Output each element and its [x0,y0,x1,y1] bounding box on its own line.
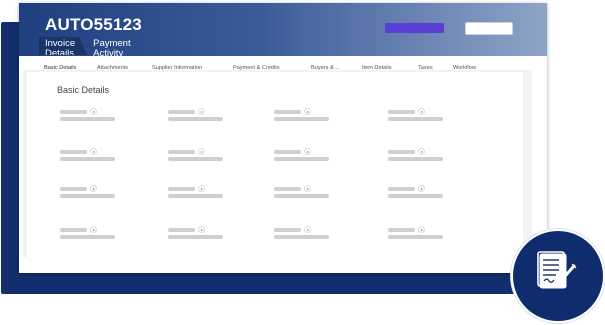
field-label-placeholder [274,228,301,232]
field-value-placeholder [168,157,223,161]
field-value-placeholder [168,235,223,239]
play-icon[interactable] [198,108,205,115]
field-label-placeholder [274,110,301,114]
field-label-placeholder [60,110,87,114]
field-label-placeholder [60,187,87,191]
field-label-placeholder [388,228,415,232]
field-value-placeholder [274,117,329,121]
invoice-title: AUTO55123 [45,15,142,34]
field-label-placeholder [168,110,195,114]
play-icon[interactable] [198,226,205,233]
play-icon[interactable] [304,226,311,233]
play-icon[interactable] [90,108,97,115]
invoice-header: AUTO55123 Invoice Details Payment Activi… [19,3,547,59]
placeholder-field [60,148,130,162]
play-icon[interactable] [198,185,205,192]
field-value-placeholder [388,235,443,239]
field-value-placeholder [274,235,329,239]
tab-payment-activity[interactable]: Payment Activity [87,37,137,59]
play-icon[interactable] [304,108,311,115]
placeholder-field [388,226,458,240]
field-label-placeholder [168,187,195,191]
field-label-placeholder [388,150,415,154]
placeholder-field [274,148,344,162]
field-label-placeholder [274,187,301,191]
play-icon[interactable] [304,185,311,192]
field-value-placeholder [60,117,115,121]
primary-action-button[interactable] [385,23,444,33]
field-value-placeholder [168,117,223,121]
field-label-placeholder [274,150,301,154]
placeholder-field [388,148,458,162]
field-value-placeholder [60,194,115,198]
play-icon[interactable] [304,148,311,155]
tab-payment-activity-label: Payment Activity [93,38,131,59]
section-title: Basic Details [57,85,110,95]
placeholder-field [274,108,344,122]
secondary-action-button[interactable] [465,22,513,35]
placeholder-field [388,185,458,199]
field-value-placeholder [60,157,115,161]
tab-invoice-details[interactable]: Invoice Details [39,37,87,55]
field-value-placeholder [388,157,443,161]
play-icon[interactable] [198,148,205,155]
field-label-placeholder [60,150,87,154]
placeholder-field [60,108,130,122]
placeholder-field [60,226,130,240]
field-label-placeholder [168,150,195,154]
field-value-placeholder [388,194,443,198]
play-icon[interactable] [418,108,425,115]
play-icon[interactable] [418,226,425,233]
field-value-placeholder [168,194,223,198]
field-value-placeholder [274,194,329,198]
placeholder-field [60,185,130,199]
play-icon[interactable] [90,185,97,192]
document-badge [511,229,605,323]
play-icon[interactable] [90,226,97,233]
field-label-placeholder [168,228,195,232]
placeholder-field [168,226,238,240]
field-value-placeholder [60,235,115,239]
document-edit-icon [537,251,577,289]
placeholder-field [274,185,344,199]
tab-invoice-details-label: Invoice Details [45,38,76,59]
placeholder-field [168,185,238,199]
field-label-placeholder [60,228,87,232]
field-value-placeholder [274,157,329,161]
play-icon[interactable] [418,148,425,155]
field-value-placeholder [388,117,443,121]
field-label-placeholder [388,110,415,114]
play-icon[interactable] [90,148,97,155]
placeholder-field [168,108,238,122]
field-label-placeholder [388,187,415,191]
header-tabs: Invoice Details Payment Activity [39,37,137,59]
play-icon[interactable] [418,185,425,192]
placeholder-field [388,108,458,122]
placeholder-field [274,226,344,240]
placeholder-field [168,148,238,162]
